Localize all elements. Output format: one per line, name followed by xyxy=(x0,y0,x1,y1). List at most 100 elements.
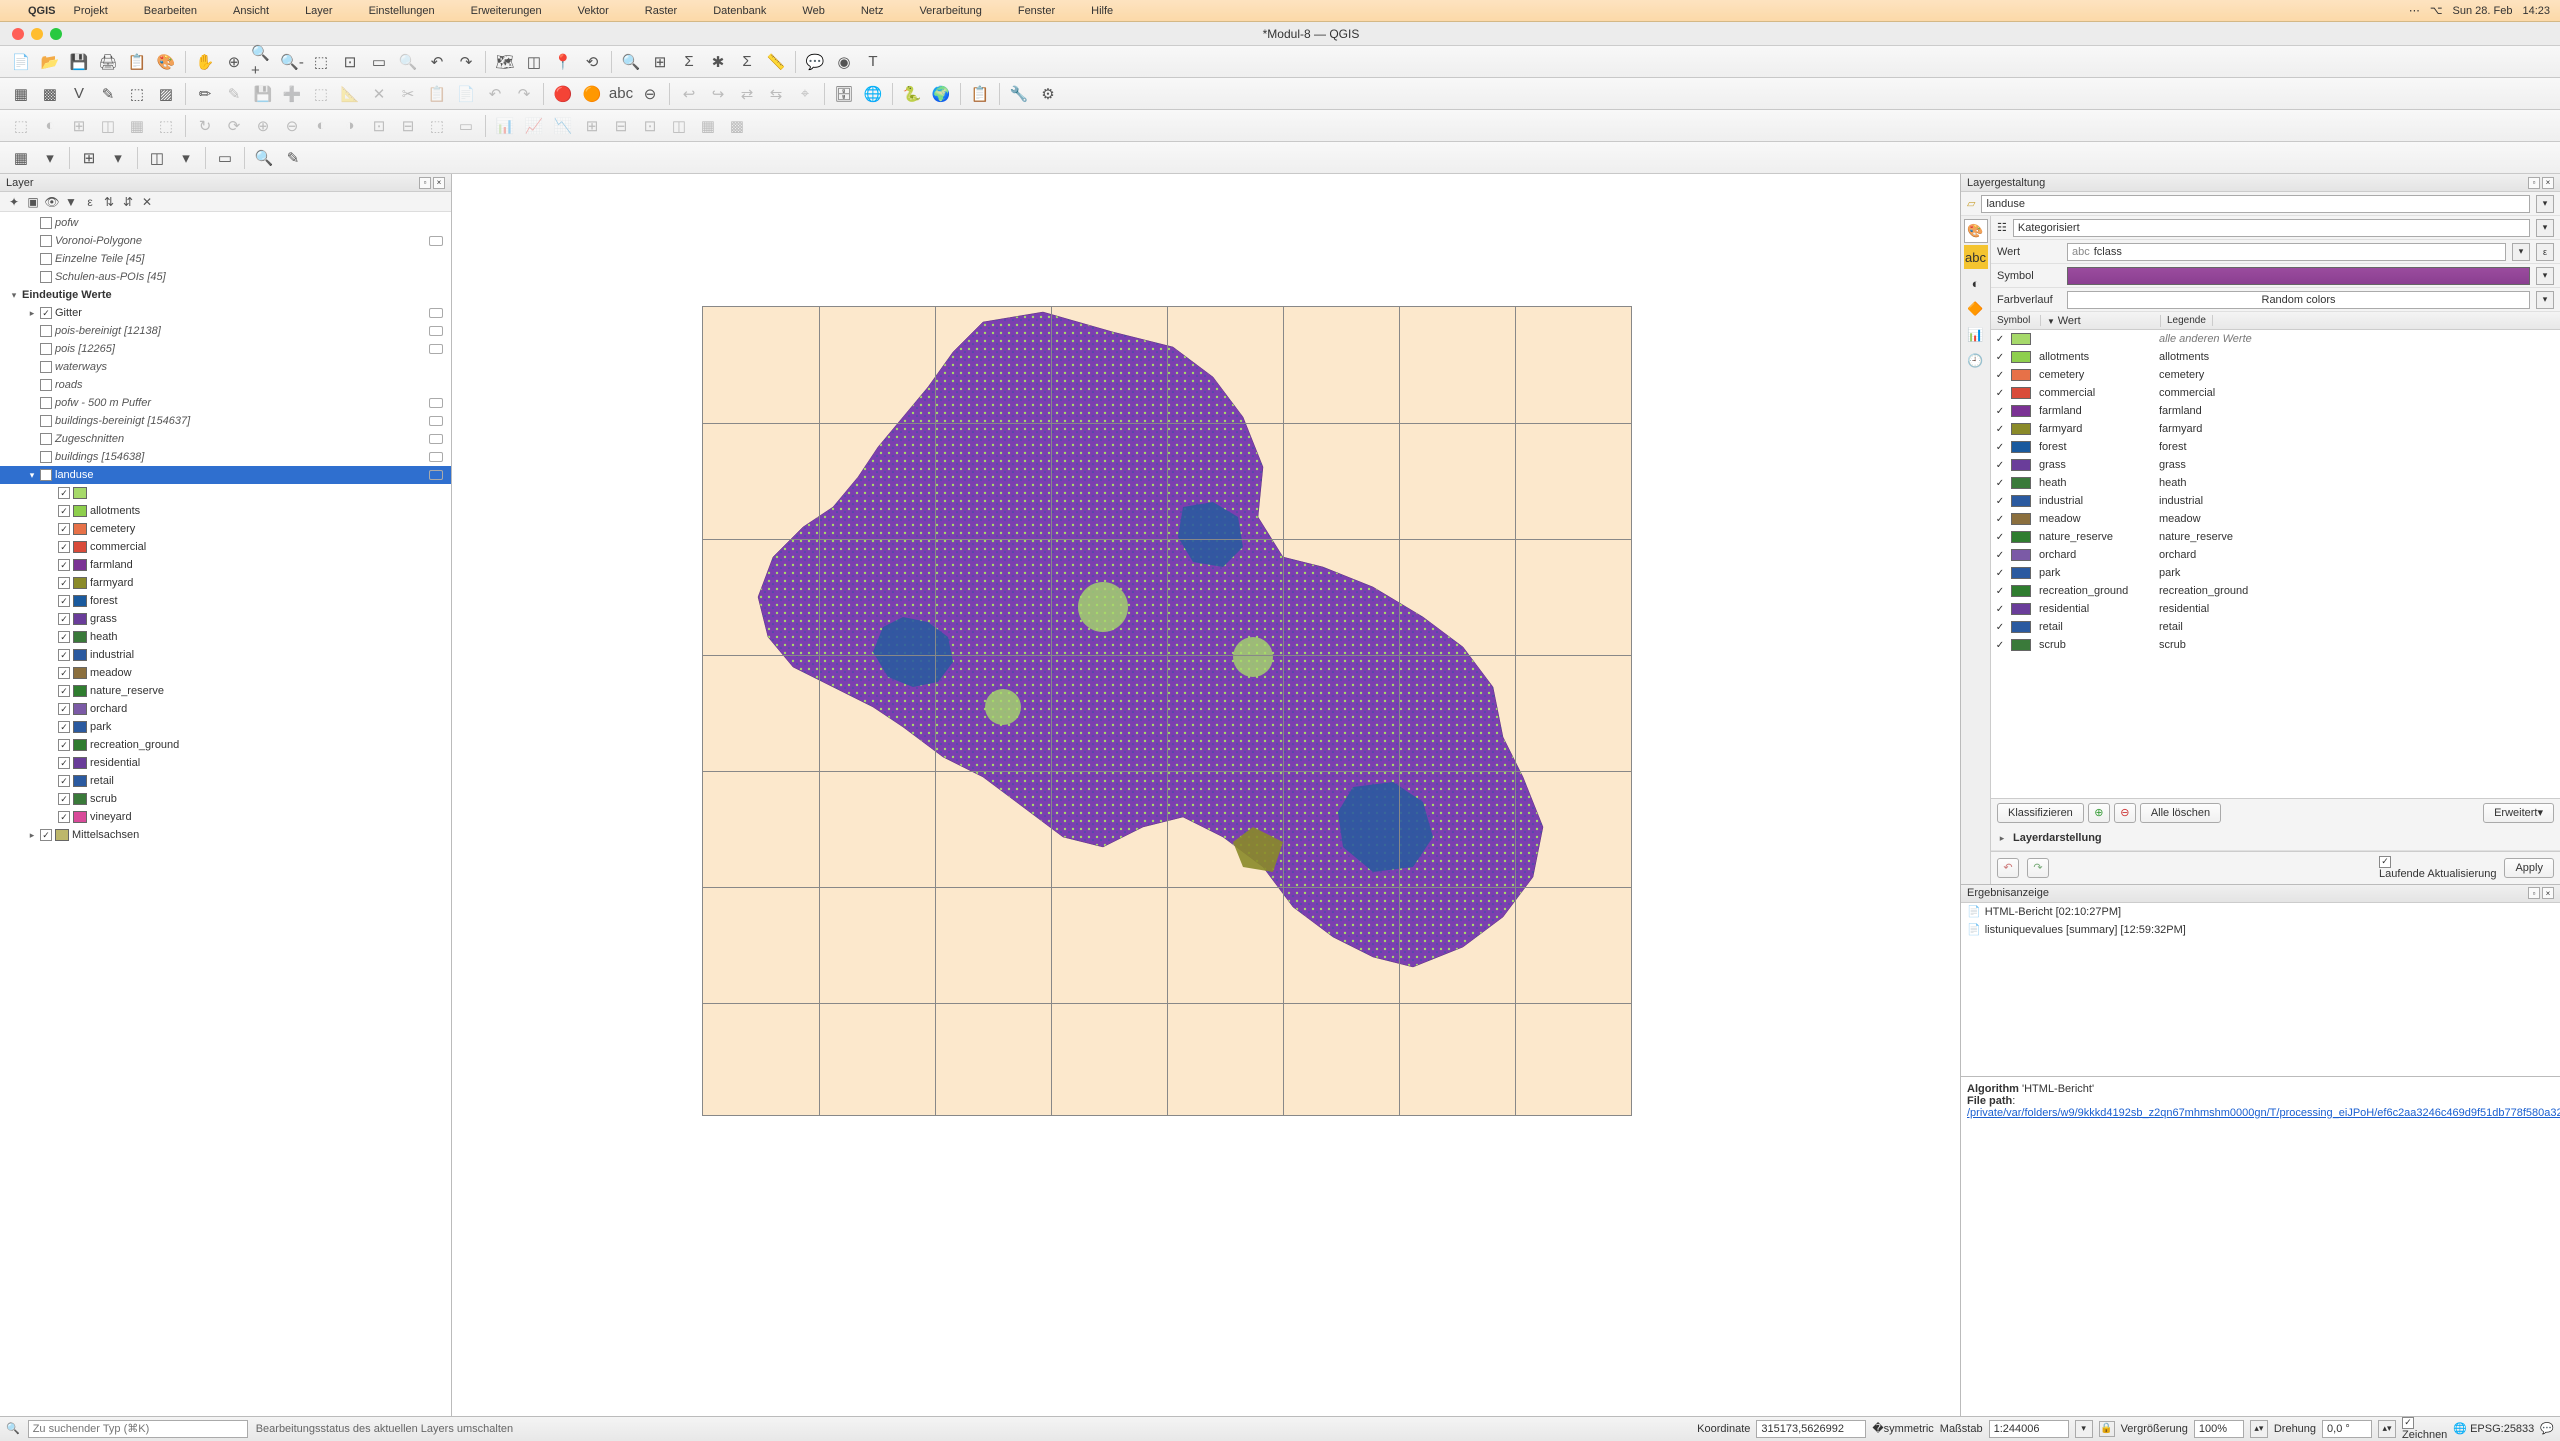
layer-row[interactable]: ▸✓Mittelsachsen xyxy=(0,826,451,844)
new-geopackage-button[interactable]: ⬚ xyxy=(124,81,150,107)
attribute-table-button[interactable]: ⊞ xyxy=(647,49,673,75)
snap4[interactable]: ◫ xyxy=(95,113,121,139)
messages-icon[interactable]: 💬 xyxy=(2540,1422,2554,1435)
sel8[interactable]: 🔍 xyxy=(251,145,277,171)
scale-input[interactable] xyxy=(1989,1420,2069,1438)
print-layout-button[interactable]: 🖨 xyxy=(95,49,121,75)
panel-close-button[interactable]: × xyxy=(2542,887,2554,899)
categories-table[interactable]: Symbol ▼ Wert Legende ✓alle anderen Wert… xyxy=(1991,312,2560,798)
menu-datenbank[interactable]: Datenbank xyxy=(713,5,766,17)
adv1[interactable]: ↻ xyxy=(192,113,218,139)
zoom-window-button[interactable] xyxy=(50,28,62,40)
redo-style-button[interactable]: ↷ xyxy=(2027,858,2049,878)
layer-row[interactable]: Schulen-aus-POIs [45] xyxy=(0,268,451,286)
sel4[interactable]: ▾ xyxy=(105,145,131,171)
category-row[interactable]: ✓farmlandfarmland xyxy=(1991,402,2560,420)
sel3[interactable]: ⊞ xyxy=(76,145,102,171)
m6[interactable]: ⊡ xyxy=(637,113,663,139)
extents-icon[interactable]: �symmetric xyxy=(1872,1422,1933,1435)
abc-button[interactable]: abc xyxy=(608,81,634,107)
spinner-icon[interactable]: ▴▾ xyxy=(2250,1420,2268,1438)
layer-tree[interactable]: pofwVoronoi-PolygoneEinzelne Teile [45]S… xyxy=(0,212,451,1416)
db-button[interactable]: 🗄 xyxy=(831,81,857,107)
new-project-button[interactable]: 📄 xyxy=(8,49,34,75)
apply-button[interactable]: Apply xyxy=(2504,858,2554,878)
panel-close-button[interactable]: × xyxy=(433,177,445,189)
menubar-time[interactable]: 14:23 xyxy=(2522,5,2550,17)
zoom-native-button[interactable]: 🔍 xyxy=(395,49,421,75)
menu-verarbeitung[interactable]: Verarbeitung xyxy=(919,5,981,17)
renderer-select[interactable]: Kategorisiert xyxy=(2013,219,2530,237)
menu-raster[interactable]: Raster xyxy=(645,5,677,17)
plugin2-button[interactable]: ⚙ xyxy=(1035,81,1061,107)
bookmark-button[interactable]: 📍 xyxy=(550,49,576,75)
add-feature-button[interactable]: ➕ xyxy=(279,81,305,107)
category-row[interactable]: ✓grassgrass xyxy=(1991,456,2560,474)
advanced-button[interactable]: Erweitert ▾ xyxy=(2483,803,2554,823)
layer-row[interactable]: ▸✓Gitter xyxy=(0,304,451,322)
category-row[interactable]: ✓residentialresidential xyxy=(1991,600,2560,618)
menu-erweiterungen[interactable]: Erweiterungen xyxy=(471,5,542,17)
layer-row[interactable]: ✓orchard xyxy=(0,700,451,718)
layer-visibility-icon[interactable]: 👁 xyxy=(44,194,60,210)
snap6[interactable]: ⬚ xyxy=(153,113,179,139)
menubar-date[interactable]: Sun 28. Feb xyxy=(2453,5,2513,17)
pan-button[interactable]: ✋ xyxy=(192,49,218,75)
delete-all-button[interactable]: Alle löschen xyxy=(2140,803,2221,823)
thing4[interactable]: ⇆ xyxy=(763,81,789,107)
no-label-button[interactable]: ⊖ xyxy=(637,81,663,107)
layer-row[interactable]: Einzelne Teile [45] xyxy=(0,250,451,268)
toggle-edit-button[interactable]: ✏ xyxy=(192,81,218,107)
layer-row[interactable]: ✓meadow xyxy=(0,664,451,682)
category-row[interactable]: ✓heathheath xyxy=(1991,474,2560,492)
paste-button[interactable]: 📄 xyxy=(453,81,479,107)
m8[interactable]: ▦ xyxy=(695,113,721,139)
result-item[interactable]: 📄HTML-Bericht [02:10:27PM] xyxy=(1961,903,2560,921)
category-row[interactable]: ✓industrialindustrial xyxy=(1991,492,2560,510)
tab-symbology[interactable]: 🎨 xyxy=(1964,219,1988,243)
menu-netz[interactable]: Netz xyxy=(861,5,884,17)
layer-row[interactable]: ✓heath xyxy=(0,628,451,646)
m1[interactable]: 📊 xyxy=(492,113,518,139)
styling-layer-select[interactable]: landuse xyxy=(1981,195,2530,213)
tab-history[interactable]: 🕘 xyxy=(1964,349,1988,373)
layer-row[interactable]: ✓commercial xyxy=(0,538,451,556)
red-button[interactable]: 🔴 xyxy=(550,81,576,107)
sel9[interactable]: ✎ xyxy=(280,145,306,171)
layer-rendering-section[interactable]: Layerdarstellung xyxy=(2013,832,2102,844)
zoom-in-button[interactable]: 🔍+ xyxy=(250,49,276,75)
layer-row[interactable]: ▾Eindeutige Werte xyxy=(0,286,451,304)
classify-button[interactable]: Klassifizieren xyxy=(1997,803,2084,823)
vertex-tool-button[interactable]: 📐 xyxy=(337,81,363,107)
refresh-button[interactable]: ⟲ xyxy=(579,49,605,75)
layer-remove-icon[interactable]: ✕ xyxy=(139,194,155,210)
thing2[interactable]: ↪ xyxy=(705,81,731,107)
category-row[interactable]: ✓meadowmeadow xyxy=(1991,510,2560,528)
remove-category-button[interactable]: ⊖ xyxy=(2114,803,2136,823)
category-row[interactable]: ✓forestforest xyxy=(1991,438,2560,456)
vector-layer-button[interactable]: ▦ xyxy=(8,81,34,107)
layer-row[interactable]: ✓recreation_ground xyxy=(0,736,451,754)
symbol-preview[interactable] xyxy=(2067,267,2530,285)
undo-style-button[interactable]: ↶ xyxy=(1997,858,2019,878)
m9[interactable]: ▩ xyxy=(724,113,750,139)
adv9[interactable]: ⬚ xyxy=(424,113,450,139)
layer-row[interactable]: ✓ xyxy=(0,484,451,502)
app-name[interactable]: QGIS xyxy=(28,5,56,17)
layer-row[interactable]: roads xyxy=(0,376,451,394)
locator-input[interactable] xyxy=(28,1420,248,1438)
style-manager-button[interactable]: 🎨 xyxy=(153,49,179,75)
layer-row[interactable]: ✓park xyxy=(0,718,451,736)
search-icon[interactable]: 🔍 xyxy=(6,1422,20,1435)
control-center-icon[interactable]: ⌥ xyxy=(2430,4,2443,17)
new-3d-view-button[interactable]: ◫ xyxy=(521,49,547,75)
category-row[interactable]: ✓recreation_groundrecreation_ground xyxy=(1991,582,2560,600)
dropdown-icon[interactable]: ▾ xyxy=(2075,1420,2093,1438)
category-row[interactable]: ✓allotmentsallotments xyxy=(1991,348,2560,366)
sum-button[interactable]: Σ xyxy=(734,49,760,75)
tab-3d[interactable]: 🔶 xyxy=(1964,297,1988,321)
col-legende[interactable]: Legende xyxy=(2161,315,2213,326)
zoom-last-button[interactable]: ↶ xyxy=(424,49,450,75)
new-shapefile-button[interactable]: ✎ xyxy=(95,81,121,107)
category-row[interactable]: ✓alle anderen Werte xyxy=(1991,330,2560,348)
